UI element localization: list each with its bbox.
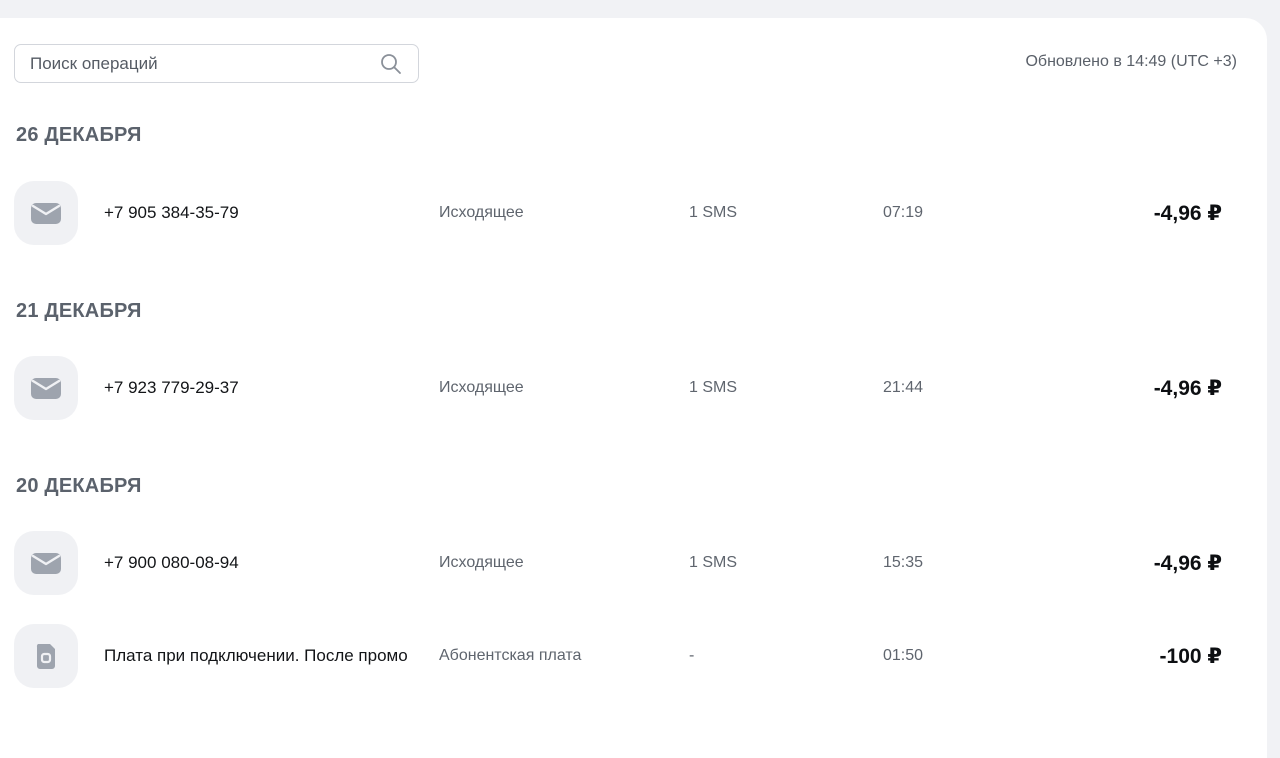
- operation-quantity: -: [689, 647, 695, 664]
- operation-row[interactable]: +7 923 779-29-37 Исходящее 1 SMS 21:44 -…: [0, 356, 1267, 422]
- operation-time: 07:19: [883, 204, 924, 221]
- operation-quantity: 1 SMS: [689, 379, 738, 396]
- operation-row[interactable]: +7 900 080-08-94 Исходящее 1 SMS 15:35 -…: [0, 531, 1267, 597]
- search-box[interactable]: [14, 44, 419, 83]
- date-heading: 26 ДЕКАБРЯ: [16, 124, 142, 146]
- operation-kind: Исходящее: [439, 204, 524, 221]
- operation-time: 01:50: [883, 647, 924, 664]
- operation-time: 15:35: [883, 554, 924, 571]
- operation-icon-box: [14, 181, 78, 245]
- operation-row[interactable]: Плата при подключении. После промо Абоне…: [0, 624, 1267, 690]
- operation-kind: Исходящее: [439, 379, 524, 396]
- operation-amount: -4,96 ₽: [1153, 202, 1222, 225]
- operation-title: +7 923 779-29-37: [104, 378, 239, 397]
- date-heading: 21 ДЕКАБРЯ: [16, 300, 142, 322]
- operation-amount: -100 ₽: [1159, 645, 1222, 668]
- operation-quantity: 1 SMS: [689, 554, 738, 571]
- sim-card-icon: [36, 644, 55, 669]
- operation-kind: Абонентская плата: [439, 647, 582, 664]
- operation-quantity: 1 SMS: [689, 204, 738, 221]
- operation-title: +7 900 080-08-94: [104, 553, 239, 572]
- operation-title: Плата при подключении. После промо: [104, 646, 408, 665]
- operation-icon-box: [14, 531, 78, 595]
- envelope-icon: [31, 203, 61, 224]
- operation-time: 21:44: [883, 379, 924, 396]
- envelope-icon: [31, 378, 61, 399]
- search-icon[interactable]: [380, 53, 402, 75]
- date-heading: 20 ДЕКАБРЯ: [16, 475, 142, 497]
- operation-title: +7 905 384-35-79: [104, 203, 239, 222]
- search-input[interactable]: [30, 45, 370, 82]
- updated-timestamp: Обновлено в 14:49 (UTC +3): [1025, 53, 1237, 70]
- operation-kind: Исходящее: [439, 554, 524, 571]
- operation-icon-box: [14, 624, 78, 688]
- operation-row[interactable]: +7 905 384-35-79 Исходящее 1 SMS 07:19 -…: [0, 181, 1267, 247]
- operation-amount: -4,96 ₽: [1153, 552, 1222, 575]
- operation-amount: -4,96 ₽: [1153, 377, 1222, 400]
- envelope-icon: [31, 553, 61, 574]
- operations-panel: Обновлено в 14:49 (UTC +3) 26 ДЕКАБРЯ +7…: [0, 18, 1267, 758]
- operation-icon-box: [14, 356, 78, 420]
